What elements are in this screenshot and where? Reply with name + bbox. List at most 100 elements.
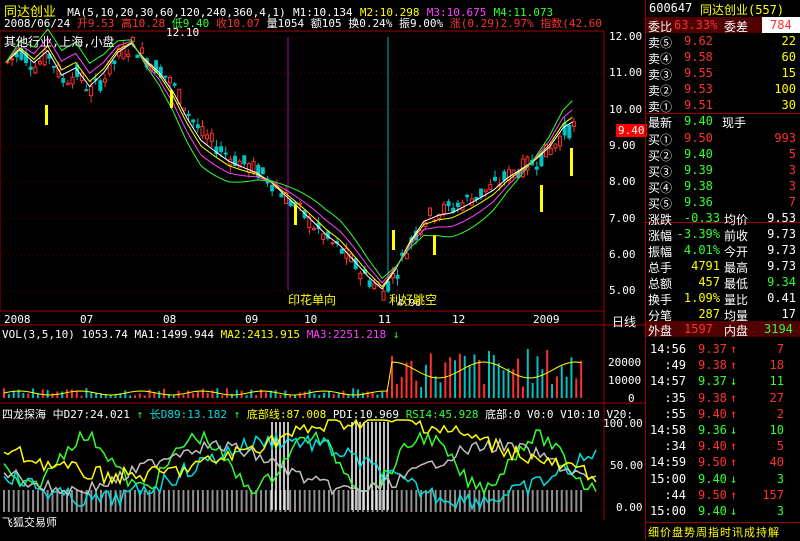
tick-direction-icon: ↑ <box>730 439 738 454</box>
stat-value-2: 9.73 <box>767 227 796 241</box>
stat-label-2: 均价 <box>724 213 749 227</box>
tick-time: 14:58 <box>650 423 687 437</box>
candle-body <box>135 54 140 58</box>
stat-label-2: 均量 <box>724 309 749 323</box>
buy-level-price[interactable]: 9.38 <box>684 179 713 193</box>
quote-name[interactable]: 同达创业(557) <box>700 1 784 18</box>
candle-body <box>195 124 200 129</box>
volume-header: VOL(3,5,10) 1053.74 MA1:1499.944 MA2:241… <box>2 328 399 341</box>
date-value: 2008/06/24 <box>4 17 71 30</box>
candle-body <box>112 60 117 64</box>
annotation-stamp-tax: 印花单向 <box>288 293 337 307</box>
kline-chart[interactable] <box>0 0 646 540</box>
sell-level-label: 卖② <box>648 84 673 98</box>
price-axis-label: 8.00 <box>609 175 636 188</box>
stat-value: 457 <box>698 275 720 289</box>
indicator-name[interactable]: 四龙探海 <box>2 408 46 421</box>
tick-direction-icon: ↑ <box>730 358 738 373</box>
tick-time: :55 <box>664 406 686 421</box>
price-axis-label: 6.00 <box>609 248 636 261</box>
tick-volume: 3 <box>776 471 784 486</box>
stat-label: 涨幅 <box>648 229 673 243</box>
vol-ma2: MA2:2413.915 <box>220 328 301 341</box>
candle-body <box>219 146 224 153</box>
tick-volume: 18 <box>769 358 784 373</box>
index-value: 指数(42.60 <box>540 17 602 30</box>
bottom-tabs[interactable]: 细价盘势周指时讯成持解 <box>648 524 780 540</box>
tick-time: :44 <box>664 487 686 502</box>
candle-body <box>84 89 89 92</box>
buy-level-label: 买③ <box>648 165 673 179</box>
sell-level-price[interactable]: 9.55 <box>684 66 713 80</box>
candle-body <box>205 134 210 140</box>
stat-label-2: 前收 <box>724 229 749 243</box>
vol-label: VOL(3,5,10) <box>2 328 75 341</box>
outer-label: 外盘 <box>648 324 673 338</box>
app-watermark: 飞狐交易师 <box>2 516 57 529</box>
buy-level-price[interactable]: 9.50 <box>684 131 713 145</box>
tick-time: :34 <box>664 439 686 454</box>
candle-body <box>455 202 460 207</box>
open-value: 开9.53 <box>76 17 115 30</box>
candle-body <box>381 290 386 301</box>
candle-body <box>33 66 38 74</box>
signal-bar <box>294 205 297 225</box>
signal-bar <box>540 185 543 212</box>
latest-price: 9.40 <box>684 114 713 128</box>
x-axis-label: 2009 <box>533 313 560 326</box>
tick-time: :49 <box>664 358 686 373</box>
tick-time: 15:00 <box>650 504 687 518</box>
x-axis-label: 08 <box>163 313 177 326</box>
tick-price: 9.40 <box>698 439 727 454</box>
stat-value-2: 9.53 <box>767 211 796 225</box>
candle-body <box>89 86 94 97</box>
chart-area[interactable] <box>0 0 646 540</box>
stat-value: 4.01% <box>683 243 720 257</box>
candle-body <box>465 194 470 198</box>
stat-value-2: 9.73 <box>767 259 796 273</box>
candle-body <box>571 121 576 127</box>
buy-level-price[interactable]: 9.40 <box>684 147 713 161</box>
ind-arrow-icon: ↑ <box>136 408 144 421</box>
stat-value-2: 0.41 <box>767 291 796 305</box>
candle-body <box>483 189 488 193</box>
ind-axis-100: 100.00 <box>603 417 643 430</box>
period-label[interactable]: 日线 <box>612 313 636 330</box>
sell-level-price[interactable]: 9.62 <box>684 34 713 48</box>
sell-level-label: 卖③ <box>648 68 673 82</box>
ma-line-green <box>5 28 573 280</box>
tick-volume: 7 <box>776 342 784 356</box>
price-axis-label: 7.00 <box>609 212 636 225</box>
candle-body <box>372 282 377 290</box>
tick-time: 14:56 <box>650 342 687 356</box>
buy-level-price[interactable]: 9.39 <box>684 163 713 177</box>
ma-line-yellow <box>5 42 573 288</box>
tick-direction-icon: ↑ <box>730 342 738 356</box>
candle-body <box>367 280 372 287</box>
tick-direction-icon: ↑ <box>730 390 738 405</box>
latest-label: 最新 <box>648 116 673 130</box>
signal-bar <box>433 235 436 255</box>
ind-bottom: 底部:0 <box>485 408 521 421</box>
candle-body <box>279 193 284 198</box>
buy-level-price[interactable]: 9.36 <box>684 195 713 209</box>
tick-time: :35 <box>664 390 686 405</box>
buy-level-volume: 3 <box>788 163 796 177</box>
sell-level-volume: 60 <box>781 50 796 64</box>
buy-level-volume: 3 <box>788 179 796 193</box>
sell-level-price[interactable]: 9.58 <box>684 50 713 64</box>
vol-ma1: MA1:1499.944 <box>134 328 214 341</box>
weibi-value: 63.33% <box>674 18 718 32</box>
candle-body <box>488 184 493 191</box>
tick-volume: 3 <box>776 504 784 518</box>
price-axis-label: 10.00 <box>609 103 643 116</box>
sell-level-volume: 100 <box>774 82 796 96</box>
sell-level-volume: 30 <box>781 98 796 112</box>
stat-label-2: 最低 <box>724 277 749 291</box>
weibi-label: 委比 <box>648 20 673 34</box>
stat-label-2: 最高 <box>724 261 749 275</box>
latest-hand-label: 现手 <box>722 116 747 130</box>
ind-v10: V10:10 <box>560 408 600 421</box>
sell-level-price[interactable]: 9.53 <box>684 82 713 96</box>
sell-level-price[interactable]: 9.51 <box>684 98 713 112</box>
